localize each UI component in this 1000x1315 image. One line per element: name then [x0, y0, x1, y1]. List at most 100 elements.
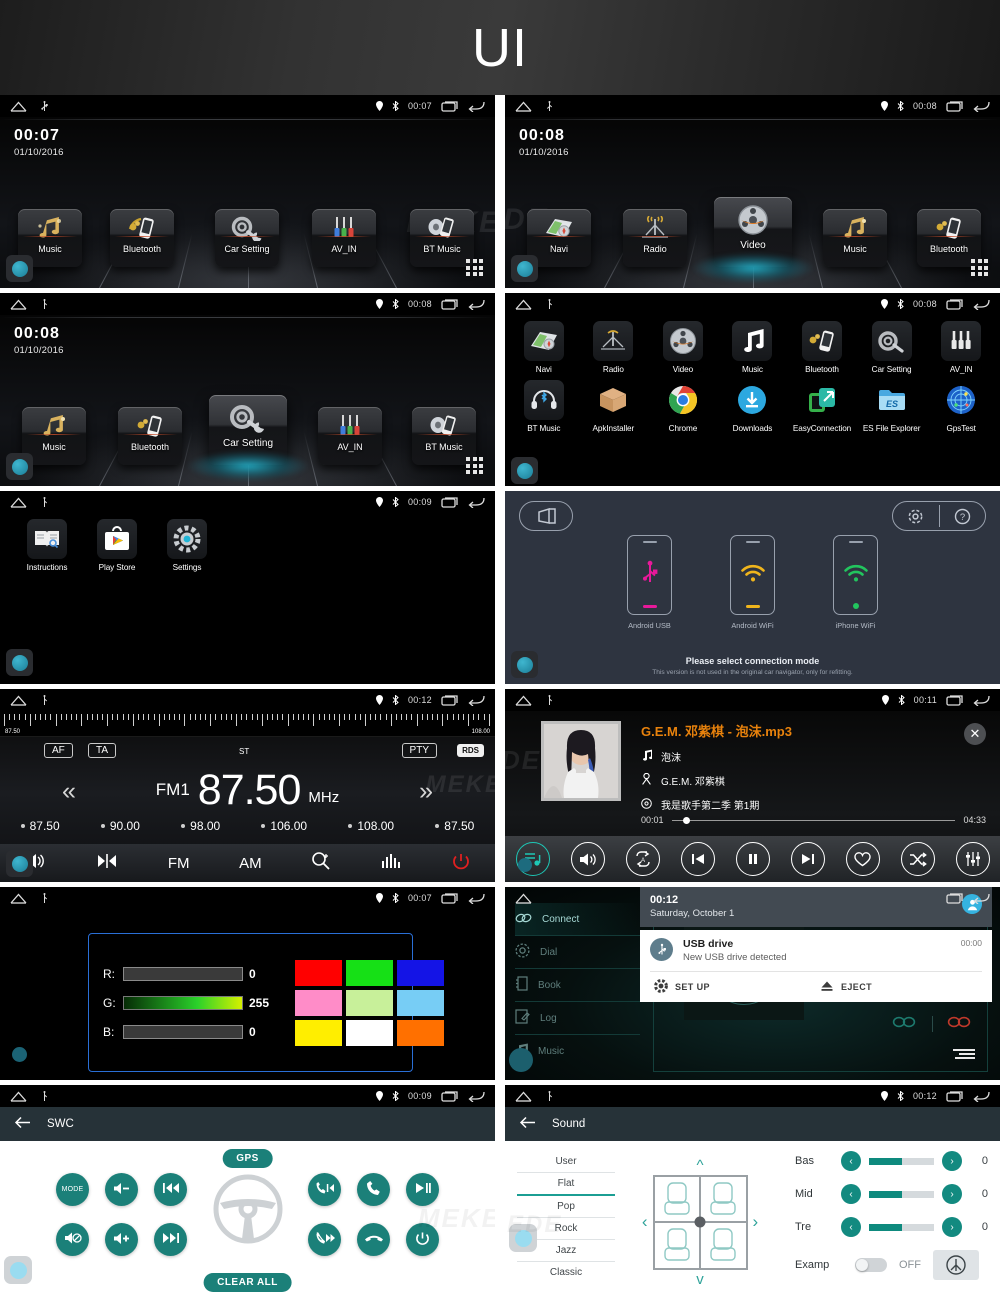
home-dock-button[interactable]	[6, 649, 33, 676]
home-dock-button[interactable]	[6, 1041, 33, 1068]
bt-menu-book[interactable]: Book	[515, 969, 640, 1002]
pty-button[interactable]: PTY	[401, 743, 437, 758]
back-icon[interactable]	[468, 694, 485, 707]
swc-mute-button[interactable]	[56, 1223, 89, 1256]
app-drawer-button[interactable]	[466, 259, 483, 276]
close-icon[interactable]: ✕	[964, 723, 986, 745]
swatch-yellow[interactable]	[295, 1019, 342, 1046]
eq-preset-flat[interactable]: Flat	[517, 1173, 615, 1196]
home-tile-video[interactable]: Video	[693, 197, 813, 283]
recents-icon[interactable]	[946, 298, 964, 310]
app-car-setting[interactable]: Car Setting	[859, 321, 925, 374]
app-bluetooth[interactable]: Bluetooth	[789, 321, 855, 374]
app-settings[interactable]: Settings	[154, 519, 220, 572]
mid-increase-button[interactable]: ›	[942, 1184, 962, 1204]
home-tile-av-in[interactable]: AV_IN	[318, 407, 382, 465]
swc-power-button[interactable]	[406, 1223, 439, 1256]
equalizer-icon[interactable]	[381, 853, 403, 873]
call-reject-icon[interactable]	[947, 1015, 973, 1033]
next-icon[interactable]	[790, 842, 825, 876]
blue-slider[interactable]	[123, 1024, 243, 1039]
app-radio[interactable]: Radio	[580, 321, 646, 374]
eq-preset-classic[interactable]: Classic	[517, 1262, 615, 1283]
seek-bar[interactable]	[671, 816, 956, 824]
mode-android-wifi[interactable]: Android WiFi	[730, 535, 775, 630]
home-icon[interactable]	[10, 101, 27, 112]
back-icon[interactable]	[468, 1090, 485, 1103]
exit-icon[interactable]	[519, 501, 573, 531]
home-dock-button[interactable]	[4, 1256, 32, 1284]
ta-button[interactable]: TA	[88, 743, 117, 758]
preset-6[interactable]: 87.50	[435, 819, 474, 833]
mode-iphone-wifi[interactable]: iPhone WiFi	[833, 535, 878, 630]
fm-button[interactable]: FM	[168, 855, 190, 872]
seek-knob[interactable]	[682, 816, 690, 824]
chevron-left-icon[interactable]: «	[62, 777, 76, 806]
home-tile-music[interactable]: Music	[823, 209, 887, 267]
home-tile-bluetooth[interactable]: Bluetooth	[118, 407, 182, 465]
red-slider[interactable]	[123, 966, 243, 981]
amp-toggle[interactable]	[855, 1258, 887, 1272]
app-instructions[interactable]: Instructions	[14, 519, 80, 572]
app-gpstest[interactable]: GpsTest	[928, 380, 994, 433]
back-icon[interactable]	[973, 694, 990, 707]
home-dock-button[interactable]	[509, 1224, 537, 1252]
rds-button[interactable]: RDS	[457, 744, 484, 757]
app-play-store[interactable]: Play Store	[84, 519, 150, 572]
preset-4[interactable]: 106.00	[261, 819, 307, 833]
app-easyconnection[interactable]: EasyConnection	[789, 380, 855, 433]
preset-5[interactable]: 108.00	[348, 819, 394, 833]
recents-icon[interactable]	[441, 496, 459, 508]
search-scan-icon[interactable]	[311, 851, 331, 875]
back-icon[interactable]	[468, 298, 485, 311]
clear-all-button[interactable]: CLEAR ALL	[203, 1273, 292, 1292]
shuffle-icon[interactable]	[900, 842, 935, 876]
recents-icon[interactable]	[441, 892, 459, 904]
home-dock-button[interactable]	[6, 850, 33, 877]
home-dock-button[interactable]	[6, 453, 33, 480]
home-dock-button[interactable]	[511, 457, 538, 484]
recents-icon[interactable]	[946, 892, 964, 904]
swc-volume-up-button[interactable]	[105, 1223, 138, 1256]
home-icon[interactable]	[10, 695, 27, 706]
swatch-red[interactable]	[295, 959, 342, 986]
bass-slider[interactable]	[869, 1157, 934, 1165]
app-es-file-explorer[interactable]: ES ES File Explorer	[859, 380, 925, 433]
home-tile-car-setting[interactable]: Car Setting	[215, 209, 279, 267]
chevron-right-icon[interactable]: »	[419, 777, 433, 806]
fader-down-icon[interactable]: v	[696, 1272, 704, 1287]
home-dock-button[interactable]	[511, 255, 538, 282]
swc-hangup-button[interactable]	[357, 1223, 390, 1256]
home-dock-button[interactable]	[6, 255, 33, 282]
green-slider[interactable]	[123, 995, 243, 1010]
af-button[interactable]: AF	[44, 743, 73, 758]
home-tile-av-in[interactable]: AV_IN	[312, 209, 376, 267]
pause-icon[interactable]	[735, 842, 770, 876]
app-chrome[interactable]: Chrome	[650, 380, 716, 433]
setup-action[interactable]: SET UP	[650, 972, 816, 1002]
app-apkinstaller[interactable]: ApkInstaller	[580, 380, 646, 433]
swatch-green[interactable]	[346, 959, 393, 986]
recents-icon[interactable]	[441, 1090, 459, 1102]
tuner-scale[interactable]: 87.50 108.00	[0, 711, 495, 737]
menu-lines-icon[interactable]	[953, 1049, 975, 1059]
mode-android-usb[interactable]: Android USB	[627, 535, 672, 630]
arrow-left-icon[interactable]	[519, 1116, 536, 1132]
swc-volume-down-button[interactable]	[105, 1173, 138, 1206]
am-button[interactable]: AM	[239, 855, 262, 872]
preset-3[interactable]: 98.00	[181, 819, 220, 833]
recents-icon[interactable]	[441, 100, 459, 112]
eject-action[interactable]: EJECT	[816, 972, 982, 1002]
volume-icon[interactable]	[570, 842, 605, 876]
power-icon[interactable]	[452, 852, 470, 874]
back-icon[interactable]	[973, 100, 990, 113]
call-accept-icon[interactable]	[892, 1015, 918, 1033]
car-seats-icon[interactable]	[652, 1174, 748, 1270]
question-icon[interactable]: ?	[940, 508, 986, 525]
favorite-icon[interactable]	[845, 842, 880, 876]
back-icon[interactable]	[468, 892, 485, 905]
swc-phone-prev-button[interactable]	[308, 1173, 341, 1206]
app-video[interactable]: Video	[650, 321, 716, 374]
swc-next-button[interactable]	[154, 1223, 187, 1256]
swc-answer-button[interactable]	[357, 1173, 390, 1206]
